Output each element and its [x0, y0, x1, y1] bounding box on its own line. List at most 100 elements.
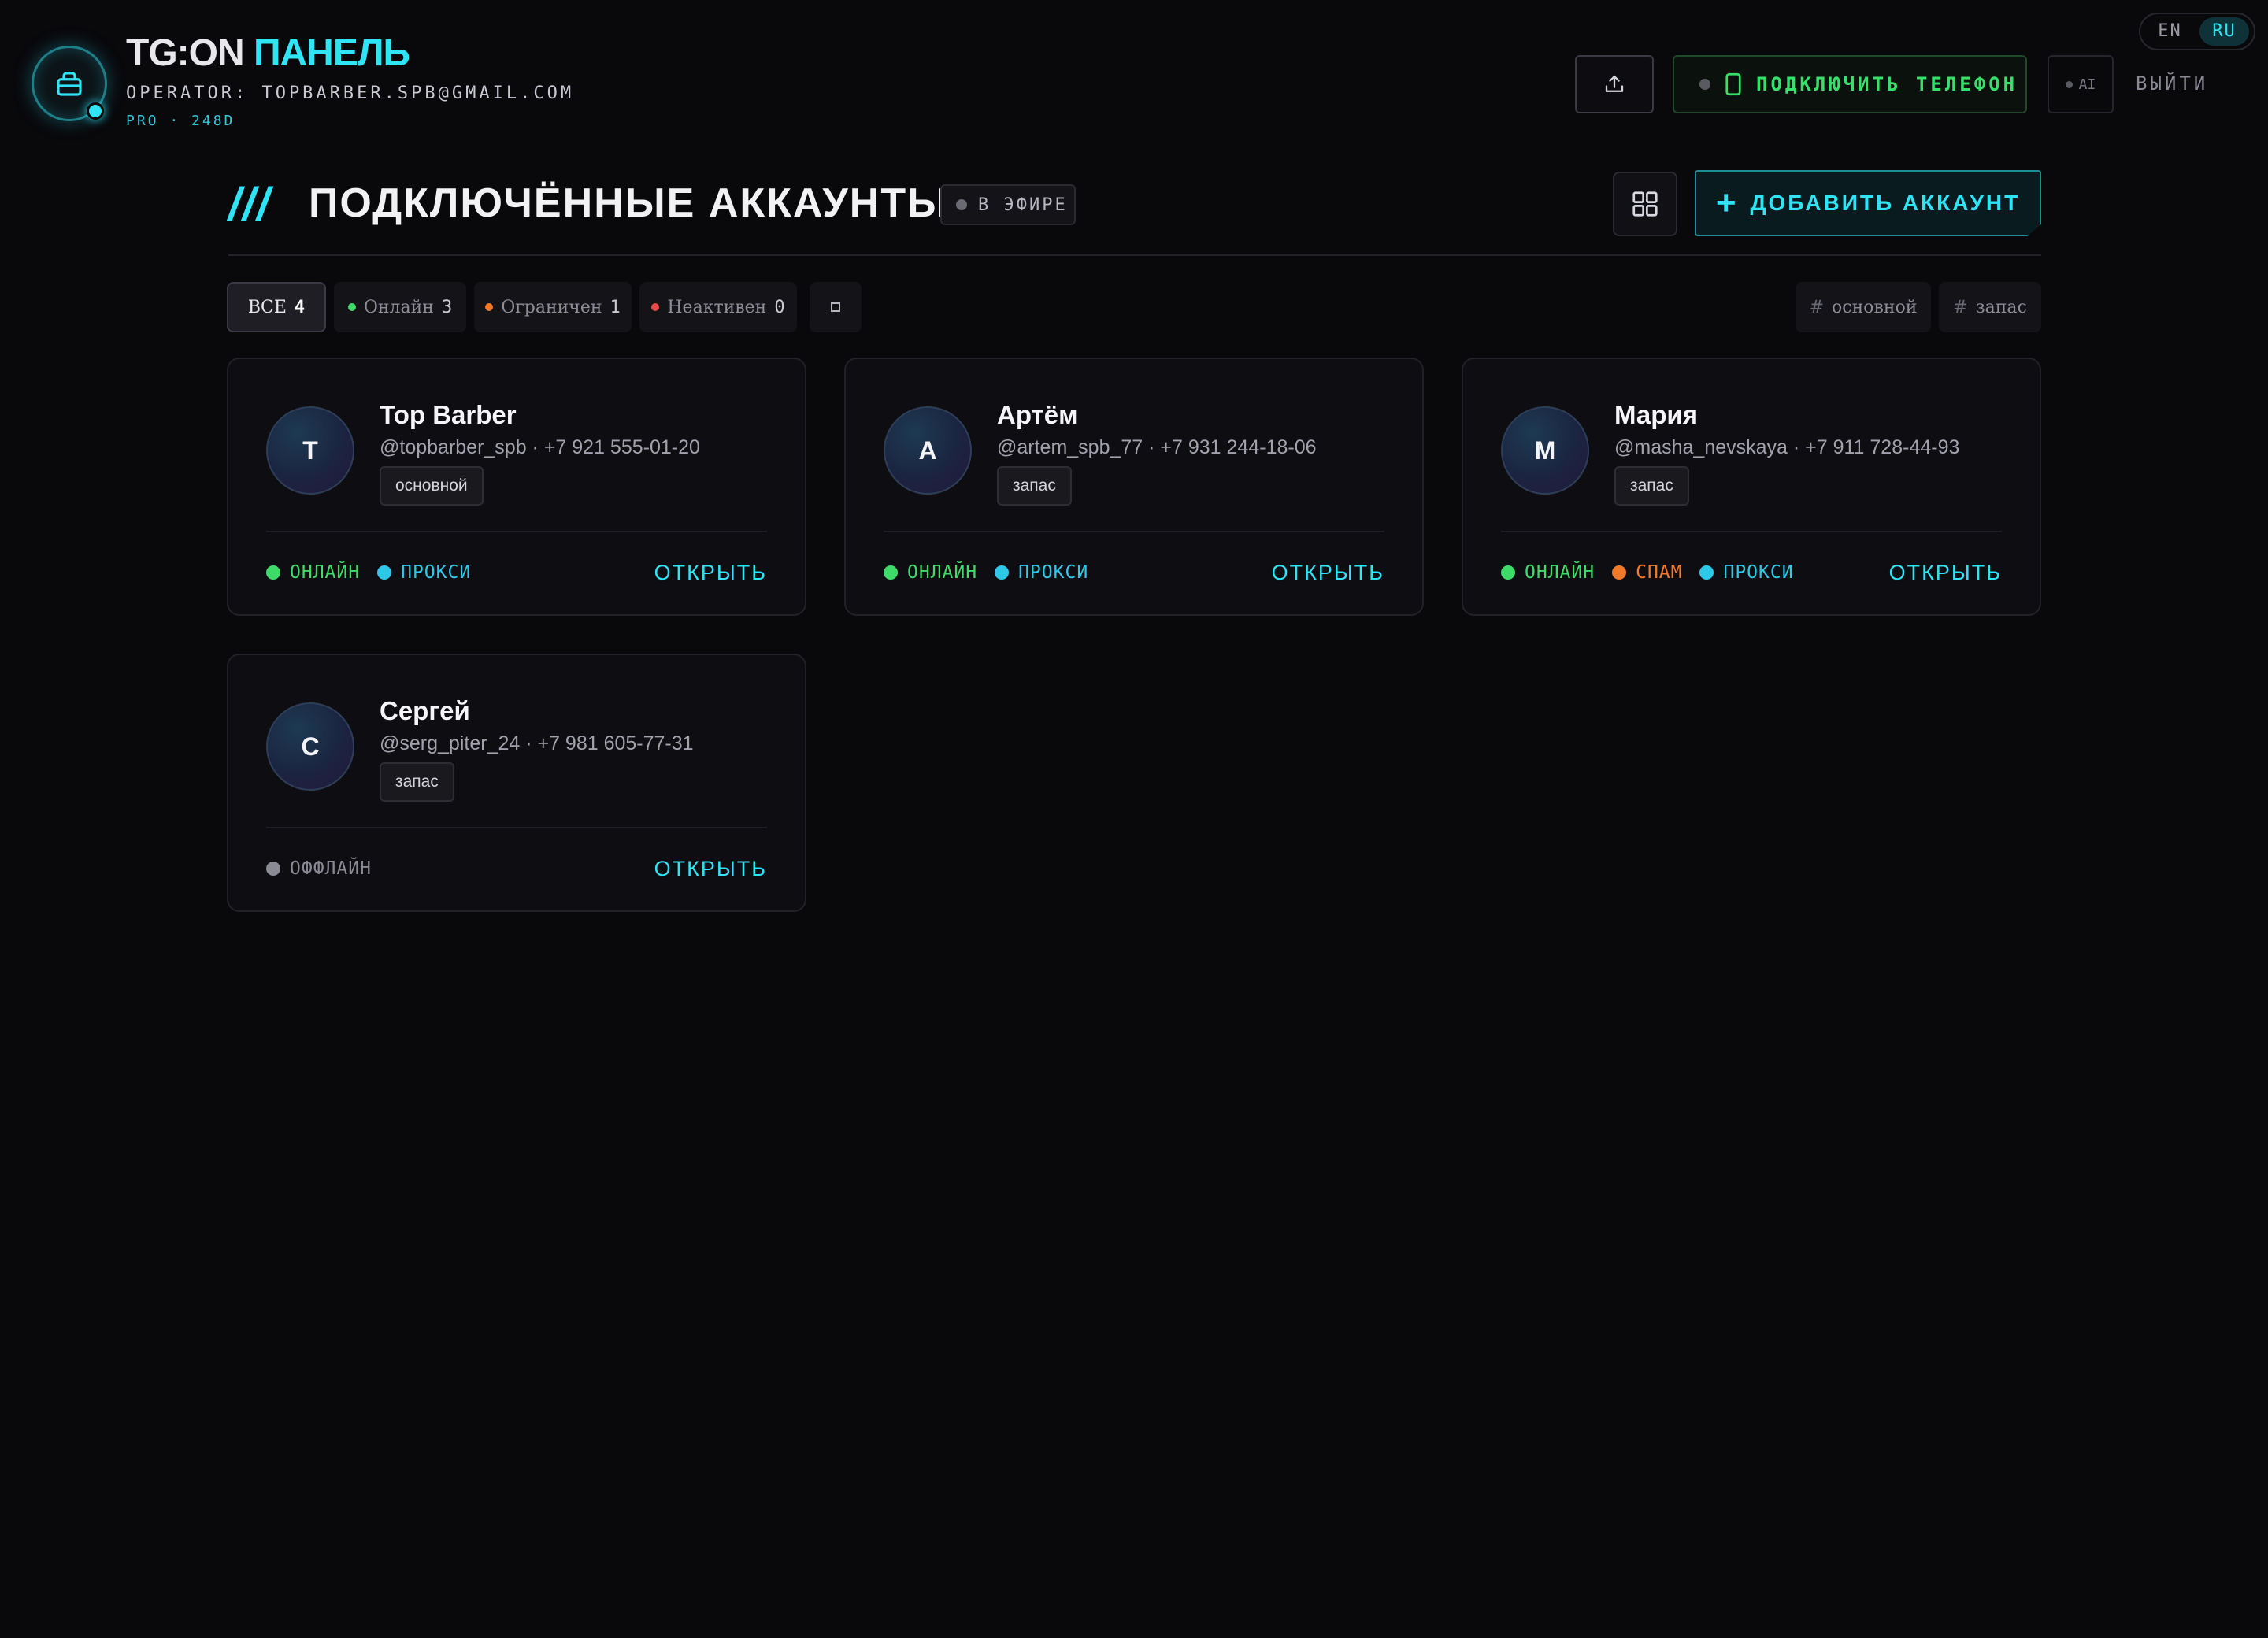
card-divider: [266, 827, 767, 828]
filter-limited[interactable]: Ограничен 1: [474, 282, 632, 332]
tag-filter-label: основной: [1832, 297, 1918, 317]
card-divider: [266, 531, 767, 532]
open-button[interactable]: ОТКРЫТЬ: [654, 561, 767, 585]
status-proxy: ПРОКСИ: [377, 562, 471, 583]
connect-phone-button[interactable]: ПОДКЛЮЧИТЬ ТЕЛЕФОН: [1673, 55, 2027, 113]
filter-label: Онлайн: [363, 297, 434, 317]
section-divider: [228, 254, 2041, 256]
ai-status-dot: [2065, 80, 2073, 88]
account-card[interactable]: А Артём @artem_spb_77 · +7 931 244-18-06…: [844, 358, 1424, 616]
tag-filter-reserve[interactable]: # запас: [1939, 282, 2041, 332]
status-list: ОНЛАЙН ПРОКСИ: [884, 562, 1088, 583]
status-label: СПАМ: [1636, 562, 1683, 583]
add-account-button[interactable]: + ДОБАВИТЬ АККАУНТ: [1695, 170, 2041, 236]
section-slashes: ///: [228, 179, 272, 230]
hash-icon: #: [1953, 297, 1968, 317]
status-online: ОНЛАЙН: [266, 562, 360, 583]
checkbox-icon: [831, 302, 840, 312]
account-meta: @topbarber_spb · +7 921 555-01-20: [380, 436, 700, 458]
filter-inactive[interactable]: Неактивен 0: [639, 282, 797, 332]
status-offline: ОФФЛАЙН: [266, 858, 372, 879]
logo-icon: [57, 72, 82, 96]
status-label: ПРОКСИ: [1723, 562, 1794, 583]
filter-select-toggle[interactable]: [810, 282, 862, 332]
account-name: Артём: [997, 400, 1078, 429]
status-online: ОНЛАЙН: [1501, 562, 1595, 583]
online-dot: [347, 303, 356, 311]
status-label: ПРОКСИ: [1018, 562, 1089, 583]
language-switch[interactable]: EN RU: [2139, 13, 2255, 50]
inactive-dot: [651, 303, 660, 311]
status-dot: [266, 565, 280, 580]
logout-button[interactable]: ВЫЙТИ: [2136, 72, 2208, 94]
avatar: М: [1501, 406, 1589, 495]
filter-count: 3: [441, 297, 453, 317]
account-tag: основной: [380, 466, 484, 506]
lang-en[interactable]: EN: [2145, 17, 2195, 46]
brand-accent: ПАНЕЛЬ: [253, 32, 410, 74]
live-label: В ЭФИРЕ: [978, 195, 1068, 215]
card-divider: [884, 531, 1384, 532]
lang-ru[interactable]: RU: [2199, 17, 2249, 46]
avatar: А: [884, 406, 972, 495]
account-card[interactable]: М Мария @masha_nevskaya · +7 911 728-44-…: [1462, 358, 2041, 616]
account-tag: запас: [997, 466, 1072, 506]
upload-icon: [1605, 75, 1624, 92]
tag-filter-main[interactable]: # основной: [1796, 282, 1931, 332]
status-proxy: ПРОКСИ: [1699, 562, 1793, 583]
filter-count: 1: [610, 297, 621, 317]
status-spam: СПАМ: [1612, 562, 1682, 583]
add-account-label: ДОБАВИТЬ АККАУНТ: [1750, 191, 2021, 215]
operator-email: OPERATOR: TOPBARBER.SPB@GMAIL.COM: [126, 83, 575, 103]
filter-online[interactable]: Онлайн 3: [334, 282, 466, 332]
live-dot: [956, 199, 967, 210]
account-meta: @serg_piter_24 · +7 981 605-77-31: [380, 732, 694, 754]
ai-button[interactable]: AI: [2048, 55, 2114, 113]
live-badge: В ЭФИРЕ: [940, 184, 1076, 225]
filter-label: Неактивен: [667, 297, 767, 317]
status-list: ОФФЛАЙН: [266, 858, 372, 879]
filter-label: ВСЕ: [247, 297, 287, 317]
status-label: ОНЛАЙН: [1525, 562, 1595, 583]
filter-count: 4: [294, 297, 306, 317]
connect-phone-label: ПОДКЛЮЧИТЬ ТЕЛЕФОН: [1756, 73, 2018, 95]
account-meta: @artem_spb_77 · +7 931 244-18-06: [997, 436, 1317, 458]
account-meta: @masha_nevskaya · +7 911 728-44-93: [1614, 436, 1960, 458]
open-button[interactable]: ОТКРЫТЬ: [1889, 561, 2002, 585]
account-name: Сергей: [380, 696, 470, 725]
open-button[interactable]: ОТКРЫТЬ: [654, 857, 767, 881]
plan-badge: PRO · 248D: [126, 113, 235, 129]
hash-icon: #: [1809, 297, 1824, 317]
phone-icon: [1725, 72, 1741, 96]
status-dot: [995, 565, 1010, 580]
status-label: ОФФЛАЙН: [290, 858, 372, 879]
status-online: ОНЛАЙН: [884, 562, 977, 583]
status-dot: [377, 565, 392, 580]
status-dot: [884, 565, 898, 580]
ai-label: AI: [2078, 76, 2096, 93]
filter-label: Ограничен: [501, 297, 602, 317]
status-dot: [1501, 565, 1515, 580]
account-name: Top Barber: [380, 400, 517, 429]
status-list: ОНЛАЙН ПРОКСИ: [266, 562, 471, 583]
account-card[interactable]: С Сергей @serg_piter_24 · +7 981 605-77-…: [227, 654, 806, 912]
grid-icon: [1632, 191, 1658, 217]
status-label: ПРОКСИ: [401, 562, 472, 583]
section-title: ПОДКЛЮЧЁННЫЕ АККАУНТЫ: [309, 180, 949, 226]
grid-view-button[interactable]: [1613, 172, 1677, 236]
avatar: С: [266, 702, 354, 791]
upload-button[interactable]: [1575, 55, 1654, 113]
status-dot: [87, 102, 104, 120]
account-card[interactable]: T Top Barber @topbarber_spb · +7 921 555…: [227, 358, 806, 616]
account-tag: запас: [1614, 466, 1689, 506]
account-tag: запас: [380, 762, 454, 802]
filter-all[interactable]: ВСЕ 4: [227, 282, 326, 332]
open-button[interactable]: ОТКРЫТЬ: [1272, 561, 1384, 585]
status-label: ОНЛАЙН: [907, 562, 978, 583]
account-name: Мария: [1614, 400, 1698, 429]
app-title: TG:ON ПАНЕЛЬ: [126, 32, 410, 75]
status-dot: [266, 862, 280, 876]
status-dot: [1699, 565, 1714, 580]
status-proxy: ПРОКСИ: [995, 562, 1088, 583]
tag-filter-label: запас: [1975, 297, 2027, 317]
